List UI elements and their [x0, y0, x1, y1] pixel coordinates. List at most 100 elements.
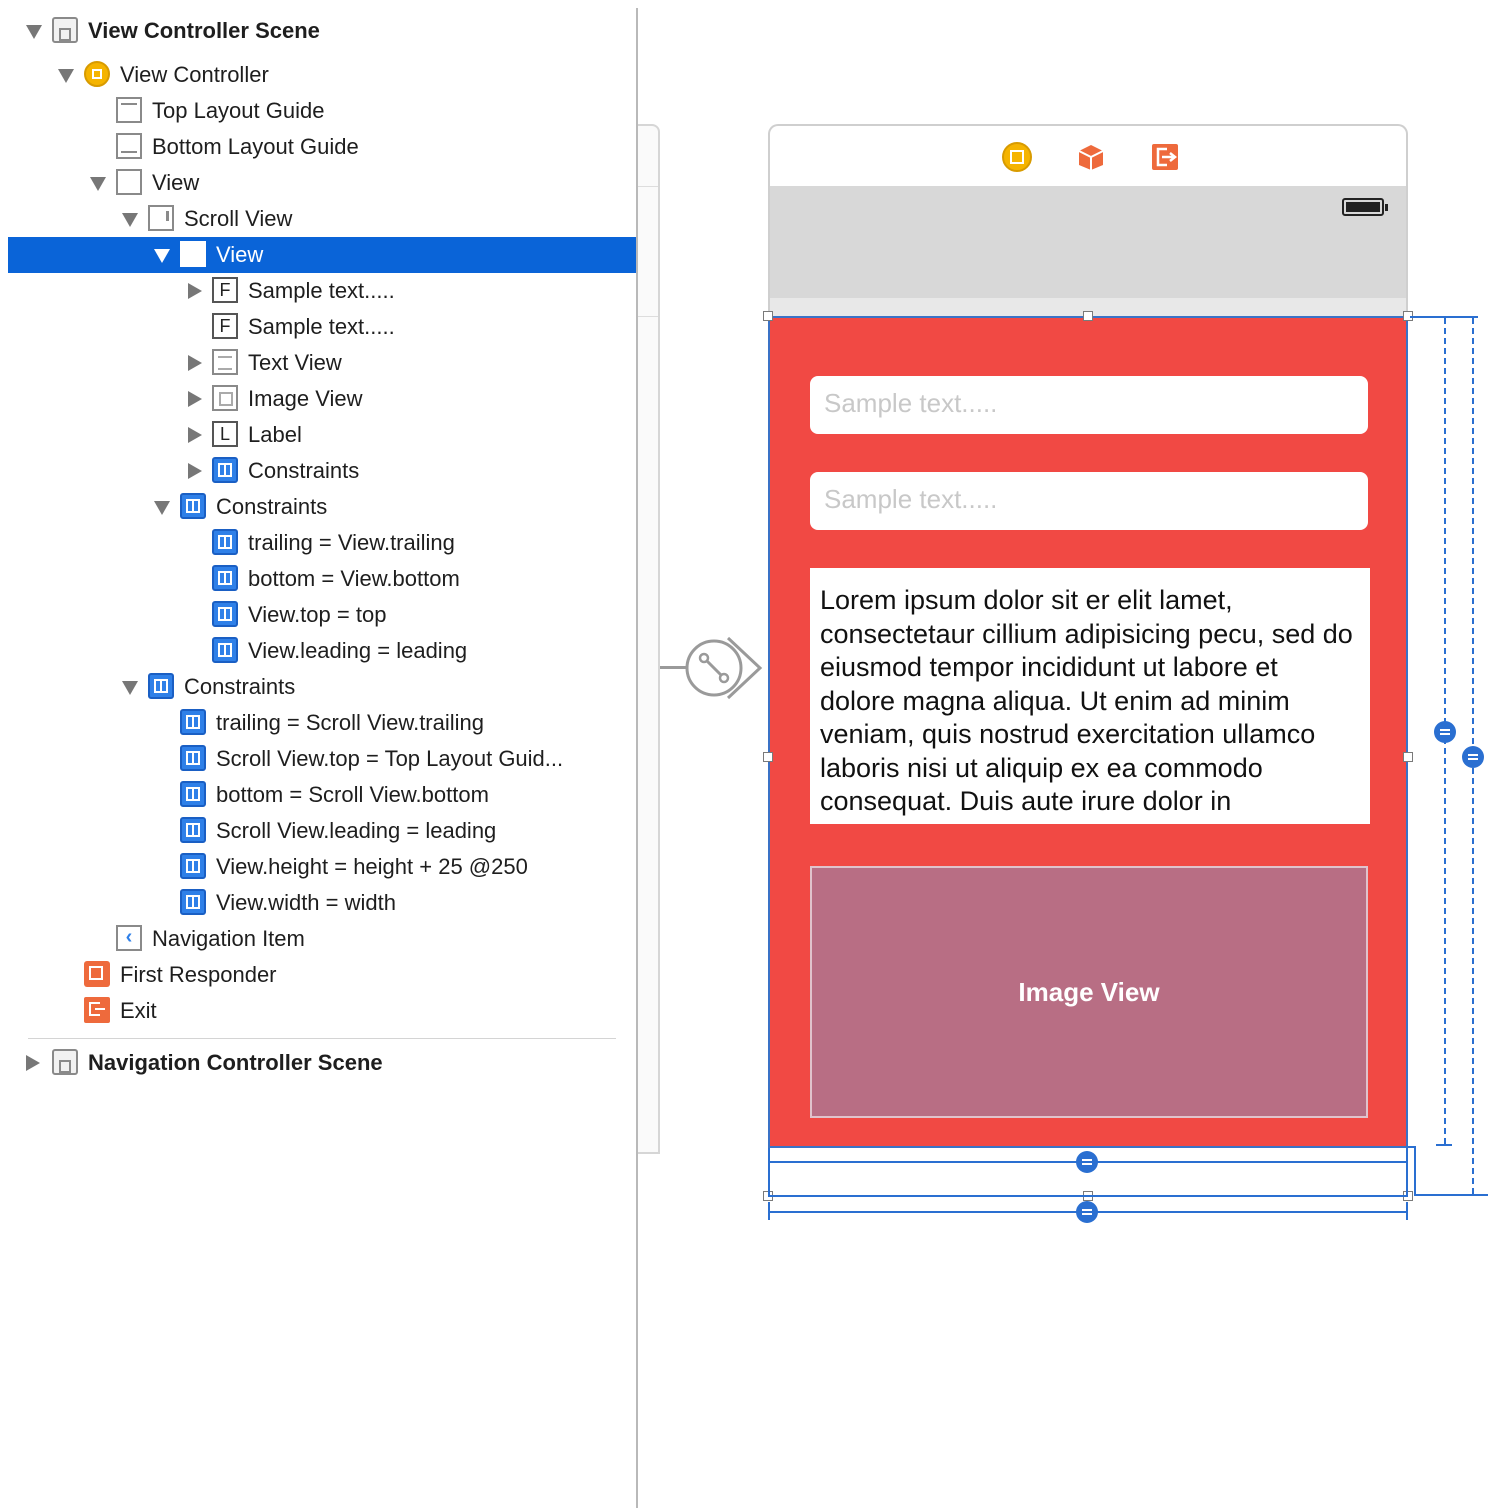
- outline-label: Constraints: [184, 674, 296, 699]
- outline-row-constraint[interactable]: View.width = width: [8, 885, 636, 921]
- disclosure-right-icon[interactable]: [26, 1055, 40, 1071]
- image-view-label: Image View: [1018, 976, 1160, 1007]
- outline-label: View.top = top: [248, 602, 387, 627]
- outline-row-content-view[interactable]: View: [8, 237, 636, 273]
- scene-icon: [52, 1049, 78, 1075]
- width-constraint-icon[interactable]: [1076, 1151, 1098, 1173]
- outline-row-top-layout-guide[interactable]: Top Layout Guide: [8, 93, 636, 129]
- equal-height-constraint-icon[interactable]: [1462, 746, 1484, 768]
- constraint-cap: [768, 1202, 770, 1220]
- outline-row-constraints-content[interactable]: Constraints: [8, 453, 636, 489]
- outline-row-constraint[interactable]: trailing = Scroll View.trailing: [8, 705, 636, 741]
- constraints-icon: [180, 493, 206, 519]
- outline-row-constraint[interactable]: View.height = height + 25 @250: [8, 849, 636, 885]
- outline-row-text-field-1[interactable]: F Sample text.....: [8, 273, 636, 309]
- scroll-view-icon: [148, 205, 174, 231]
- disclosure-right-icon[interactable]: [188, 391, 202, 407]
- disclosure-down-icon[interactable]: [26, 25, 42, 39]
- outline-label: View Controller: [120, 62, 269, 87]
- outline-row-view-controller[interactable]: View Controller: [8, 57, 636, 93]
- outline-row-constraints-scroll[interactable]: Constraints: [8, 489, 636, 525]
- exit-icon[interactable]: [1150, 142, 1180, 172]
- view-icon: [180, 241, 206, 267]
- outline-row-navigation-controller-scene[interactable]: Navigation Controller Scene: [8, 1045, 636, 1081]
- constraint-width-icon: [180, 889, 206, 915]
- root-view-controller-segue-icon[interactable]: [682, 634, 766, 702]
- outline-label: Scroll View.top = Top Layout Guid...: [216, 746, 564, 771]
- resize-handle-top[interactable]: [1083, 311, 1093, 321]
- image-view[interactable]: Image View: [810, 866, 1368, 1118]
- text-view[interactable]: Lorem ipsum dolor sit er elit lamet, con…: [810, 568, 1370, 824]
- disclosure-right-icon[interactable]: [188, 355, 202, 371]
- view-controller-icon[interactable]: [1002, 142, 1032, 172]
- constraint-height-icon: [180, 853, 206, 879]
- outline-label: Label: [248, 422, 302, 447]
- disclosure-down-icon[interactable]: [122, 213, 138, 227]
- constraint-cap: [1406, 1150, 1408, 1172]
- constraint-trailing-icon: [212, 529, 238, 555]
- outline-row-constraint[interactable]: bottom = View.bottom: [8, 561, 636, 597]
- outline-label: View: [152, 170, 200, 195]
- top-layout-guide-icon: [116, 97, 142, 123]
- disclosure-right-icon[interactable]: [188, 283, 202, 299]
- outline-label: View Controller Scene: [88, 18, 320, 43]
- outline-row-constraint[interactable]: Scroll View.leading = leading: [8, 813, 636, 849]
- navigation-controller-scene-edge[interactable]: [638, 124, 660, 1154]
- outline-row-text-field-2[interactable]: F Sample text.....: [8, 309, 636, 345]
- exit-icon: [84, 997, 110, 1023]
- outline-row-exit[interactable]: Exit: [8, 993, 636, 1029]
- disclosure-down-icon[interactable]: [90, 177, 106, 191]
- disclosure-right-icon[interactable]: [188, 463, 202, 479]
- outline-row-view[interactable]: View: [8, 165, 636, 201]
- view-icon: [116, 169, 142, 195]
- outline-row-label[interactable]: L Label: [8, 417, 636, 453]
- outline-label: First Responder: [120, 962, 277, 987]
- disclosure-down-icon[interactable]: [154, 249, 170, 263]
- constraint-leading-icon: [180, 817, 206, 843]
- disclosure-down-icon[interactable]: [122, 681, 138, 695]
- outline-label: Text View: [248, 350, 342, 375]
- bottom-layout-guide-icon: [116, 133, 142, 159]
- resize-handle-left[interactable]: [763, 752, 773, 762]
- outline-row-constraint[interactable]: View.leading = leading: [8, 633, 636, 669]
- divider: [638, 316, 658, 317]
- disclosure-right-icon[interactable]: [188, 427, 202, 443]
- constraint-cap: [1414, 1146, 1416, 1196]
- outline-row-constraints-view[interactable]: Constraints: [8, 669, 636, 705]
- constraint-cap: [768, 1150, 770, 1172]
- constraint-cap: [1406, 1202, 1408, 1220]
- outline-label: Exit: [120, 998, 157, 1023]
- storyboard-canvas[interactable]: Sample text..... Sample text..... Lorem …: [638, 0, 1488, 1508]
- sample-text-field-1[interactable]: Sample text.....: [810, 376, 1368, 434]
- outline-row-constraint[interactable]: trailing = View.trailing: [8, 525, 636, 561]
- content-view[interactable]: Sample text..... Sample text..... Lorem …: [768, 316, 1408, 1148]
- disclosure-down-icon[interactable]: [154, 501, 170, 515]
- outline-row-view-controller-scene[interactable]: View Controller Scene: [8, 13, 636, 49]
- outline-label: Bottom Layout Guide: [152, 134, 359, 159]
- equal-width-constraint-icon[interactable]: [1076, 1201, 1098, 1223]
- outline-row-image-view[interactable]: Image View: [8, 381, 636, 417]
- outline-row-constraint[interactable]: bottom = Scroll View.bottom: [8, 777, 636, 813]
- outline-row-text-view[interactable]: Text View: [8, 345, 636, 381]
- outline-row-scroll-view[interactable]: Scroll View: [8, 201, 636, 237]
- navigation-bar: [768, 186, 1408, 316]
- outline-label: Sample text.....: [248, 314, 395, 339]
- view-controller-icon: [84, 61, 110, 87]
- height-constraint-icon[interactable]: [1434, 721, 1456, 743]
- outline-label: View.height = height + 25 @250: [216, 854, 528, 879]
- outline-row-constraint[interactable]: View.top = top: [8, 597, 636, 633]
- outline-row-navigation-item[interactable]: ‹ Navigation Item: [8, 921, 636, 957]
- outline-row-bottom-layout-guide[interactable]: Bottom Layout Guide: [8, 129, 636, 165]
- resize-handle-top-left[interactable]: [763, 311, 773, 321]
- outline-label: View.leading = leading: [248, 638, 468, 663]
- text-view-icon: [212, 349, 238, 375]
- outline-label: Constraints: [248, 458, 360, 483]
- disclosure-down-icon[interactable]: [58, 69, 74, 83]
- outline-label: Sample text.....: [248, 278, 395, 303]
- outline-row-constraint[interactable]: Scroll View.top = Top Layout Guid...: [8, 741, 636, 777]
- first-responder-icon[interactable]: [1076, 142, 1106, 172]
- constraint-top-icon: [180, 745, 206, 771]
- resize-handle-right[interactable]: [1403, 752, 1413, 762]
- outline-row-first-responder[interactable]: First Responder: [8, 957, 636, 993]
- sample-text-field-2[interactable]: Sample text.....: [810, 472, 1368, 530]
